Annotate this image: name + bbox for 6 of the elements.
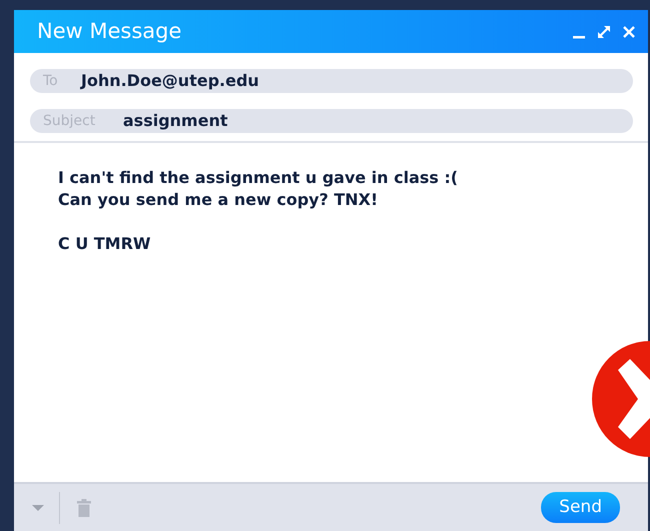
window-title: New Message <box>37 18 182 45</box>
field-value: assignment <box>123 110 228 132</box>
expand-icon[interactable] <box>596 24 612 40</box>
dropdown-icon[interactable] <box>32 504 44 512</box>
close-icon[interactable] <box>622 24 636 38</box>
field-value: John.Doe@utep.edu <box>81 70 260 92</box>
